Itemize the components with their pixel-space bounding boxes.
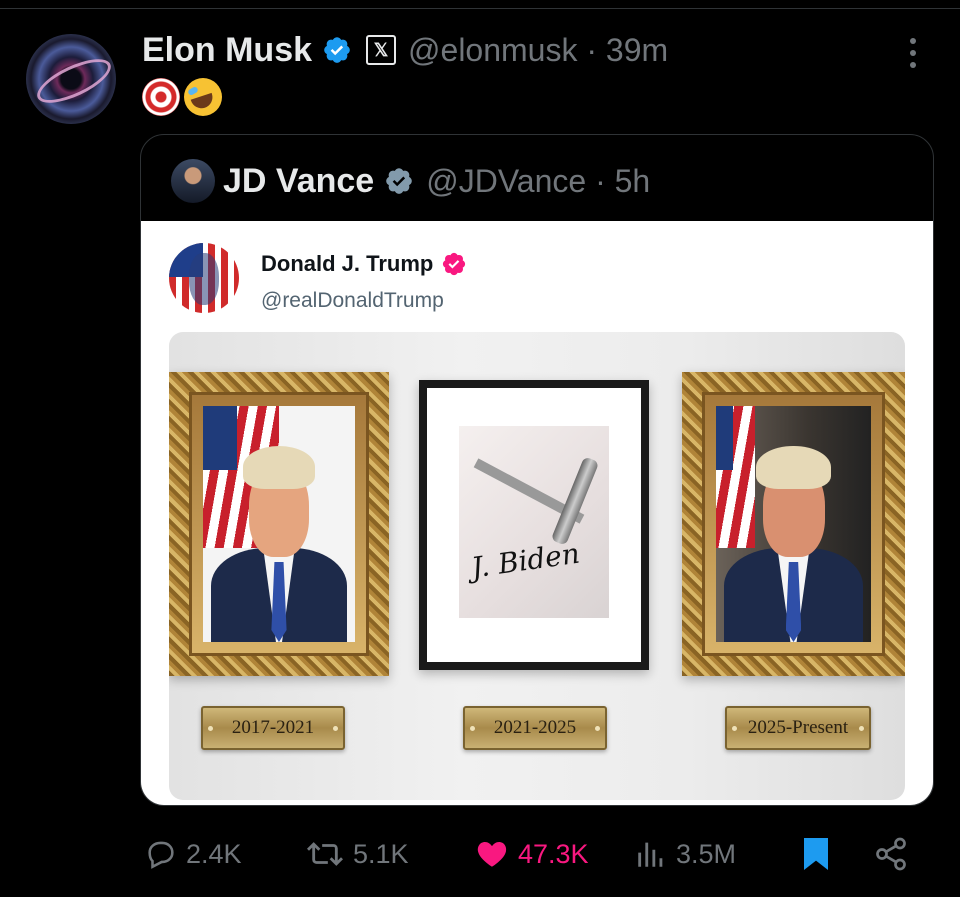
top-divider — [0, 8, 960, 9]
tweet-header: Elon Musk 𝕏 @elonmusk · 39m — [142, 26, 668, 74]
tweet-text — [142, 78, 222, 116]
plaque-2021-2025: 2021-2025 — [463, 706, 607, 750]
repost-icon — [306, 842, 344, 866]
pink-verified-badge-icon — [443, 252, 466, 276]
inner-author-avatar — [169, 243, 239, 313]
separator-dot: · — [586, 31, 598, 68]
gray-verified-badge-icon — [386, 168, 413, 194]
bookmark-button[interactable] — [800, 828, 832, 880]
x-affiliation-icon: 𝕏 — [366, 35, 397, 65]
bookmark-filled-icon — [804, 838, 828, 870]
more-options-icon[interactable] — [906, 38, 920, 68]
repost-button[interactable]: 5.1K — [305, 828, 409, 880]
quoted-handle-text: @JDVance — [426, 162, 587, 199]
action-bar: 2.4K 5.1K 47.3K 3.5M — [0, 828, 960, 880]
inner-author-name-row: Donald J. Trump — [261, 251, 467, 277]
separator-dot: · — [595, 162, 606, 199]
quoted-author-handle: @JDVance · 5h — [426, 163, 650, 200]
quoted-author-name: JD Vance — [223, 161, 375, 200]
quoted-media-image[interactable]: Donald J. Trump @realDonaldTrump J. Bide… — [141, 221, 933, 805]
heart-filled-icon — [477, 841, 507, 867]
center-black-frame: J. Biden — [419, 380, 649, 670]
left-gold-frame — [169, 372, 389, 676]
author-handle-text: @elonmusk — [408, 31, 578, 68]
share-icon — [876, 837, 906, 871]
views-button[interactable]: 3.5M — [634, 828, 736, 880]
inner-author-handle: @realDonaldTrump — [261, 289, 444, 312]
quoted-time: 5h — [614, 162, 651, 199]
autopen-signature-image: J. Biden — [459, 426, 609, 618]
repost-count: 5.1K — [353, 838, 409, 869]
tweet-time[interactable]: 39m — [606, 32, 668, 68]
author-handle[interactable]: @elonmusk · 39m — [408, 32, 668, 69]
author-name[interactable]: Elon Musk — [142, 31, 312, 70]
like-button[interactable]: 47.3K — [474, 828, 589, 880]
verified-badge-icon — [324, 37, 350, 63]
target-emoji-icon — [142, 78, 180, 116]
quoted-author-avatar — [171, 159, 215, 203]
reply-icon — [148, 841, 174, 869]
plaque-2025-present: 2025-Present — [725, 706, 871, 750]
share-button[interactable] — [872, 828, 910, 880]
inner-author-name: Donald J. Trump — [261, 251, 434, 276]
plaque-2017-2021: 2017-2021 — [201, 706, 345, 750]
quoted-header: JD Vance @JDVance · 5h — [171, 159, 650, 203]
portrait-2025 — [716, 406, 871, 642]
reply-count: 2.4K — [186, 838, 242, 869]
views-count: 3.5M — [676, 838, 737, 869]
rolling-laughing-emoji-icon — [184, 78, 222, 116]
author-avatar[interactable] — [26, 34, 116, 124]
right-gold-frame — [682, 372, 905, 676]
quoted-tweet[interactable]: JD Vance @JDVance · 5h Donald J. Trump @… — [140, 134, 934, 806]
like-count: 47.3K — [518, 838, 589, 869]
portrait-gallery: J. Biden 2017-2021 2021-2025 2025-Presen… — [169, 332, 905, 800]
portrait-2017 — [203, 406, 355, 642]
reply-button[interactable]: 2.4K — [144, 828, 242, 880]
views-bar-chart-icon — [638, 842, 663, 867]
